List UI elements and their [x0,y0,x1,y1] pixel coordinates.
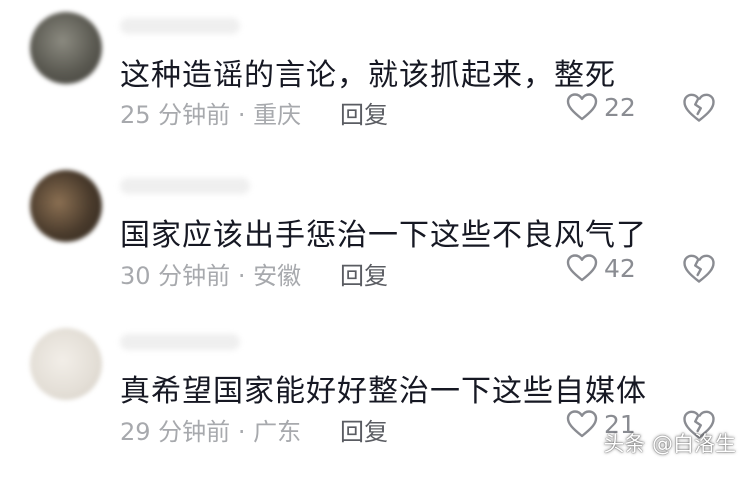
watermark: 头条 @白洛生 [603,432,736,456]
comment-text: 真希望国家能好好整治一下这些自媒体 [120,374,647,409]
comment-location: 安徽 [253,262,302,290]
comment-meta: 30 分钟前 · 安徽 [120,256,301,291]
comment-time: 30 分钟前 [120,262,231,290]
comment-text: 国家应该出手惩治一下这些不良风气了 [120,218,647,253]
like-button[interactable]: 22 [566,92,636,122]
like-count: 22 [604,92,636,122]
avatar[interactable] [30,170,102,242]
avatar[interactable] [30,328,102,400]
username[interactable] [120,18,240,34]
reply-button[interactable]: 回复 [340,256,388,291]
reply-button[interactable]: 回复 [340,412,388,447]
dislike-button[interactable] [682,253,716,285]
meta-separator: · [237,262,246,290]
username[interactable] [120,178,250,194]
comment-time: 25 分钟前 [120,101,231,129]
username[interactable] [120,334,240,350]
meta-separator: · [237,101,246,129]
avatar[interactable] [30,12,102,84]
heart-icon [566,253,598,283]
comment-meta: 29 分钟前 · 广东 [120,412,301,447]
like-button[interactable]: 42 [566,253,636,283]
broken-heart-icon [682,253,716,285]
comment-location: 重庆 [253,101,302,129]
heart-icon [566,409,598,439]
broken-heart-icon [682,92,716,124]
like-count: 42 [604,253,636,283]
comment-item: 国家应该出手惩治一下这些不良风气了 30 分钟前 · 安徽 回复 42 [0,158,750,318]
meta-separator: · [237,418,246,446]
comment-meta: 25 分钟前 · 重庆 [120,95,301,130]
comment-text: 这种造谣的言论，就该抓起来，整死 [120,58,616,93]
comment-location: 广东 [253,418,302,446]
comment-time: 29 分钟前 [120,418,231,446]
comment-item: 这种造谣的言论，就该抓起来，整死 25 分钟前 · 重庆 回复 22 [0,0,750,160]
reply-button[interactable]: 回复 [340,95,388,130]
heart-icon [566,92,598,122]
dislike-button[interactable] [682,92,716,124]
